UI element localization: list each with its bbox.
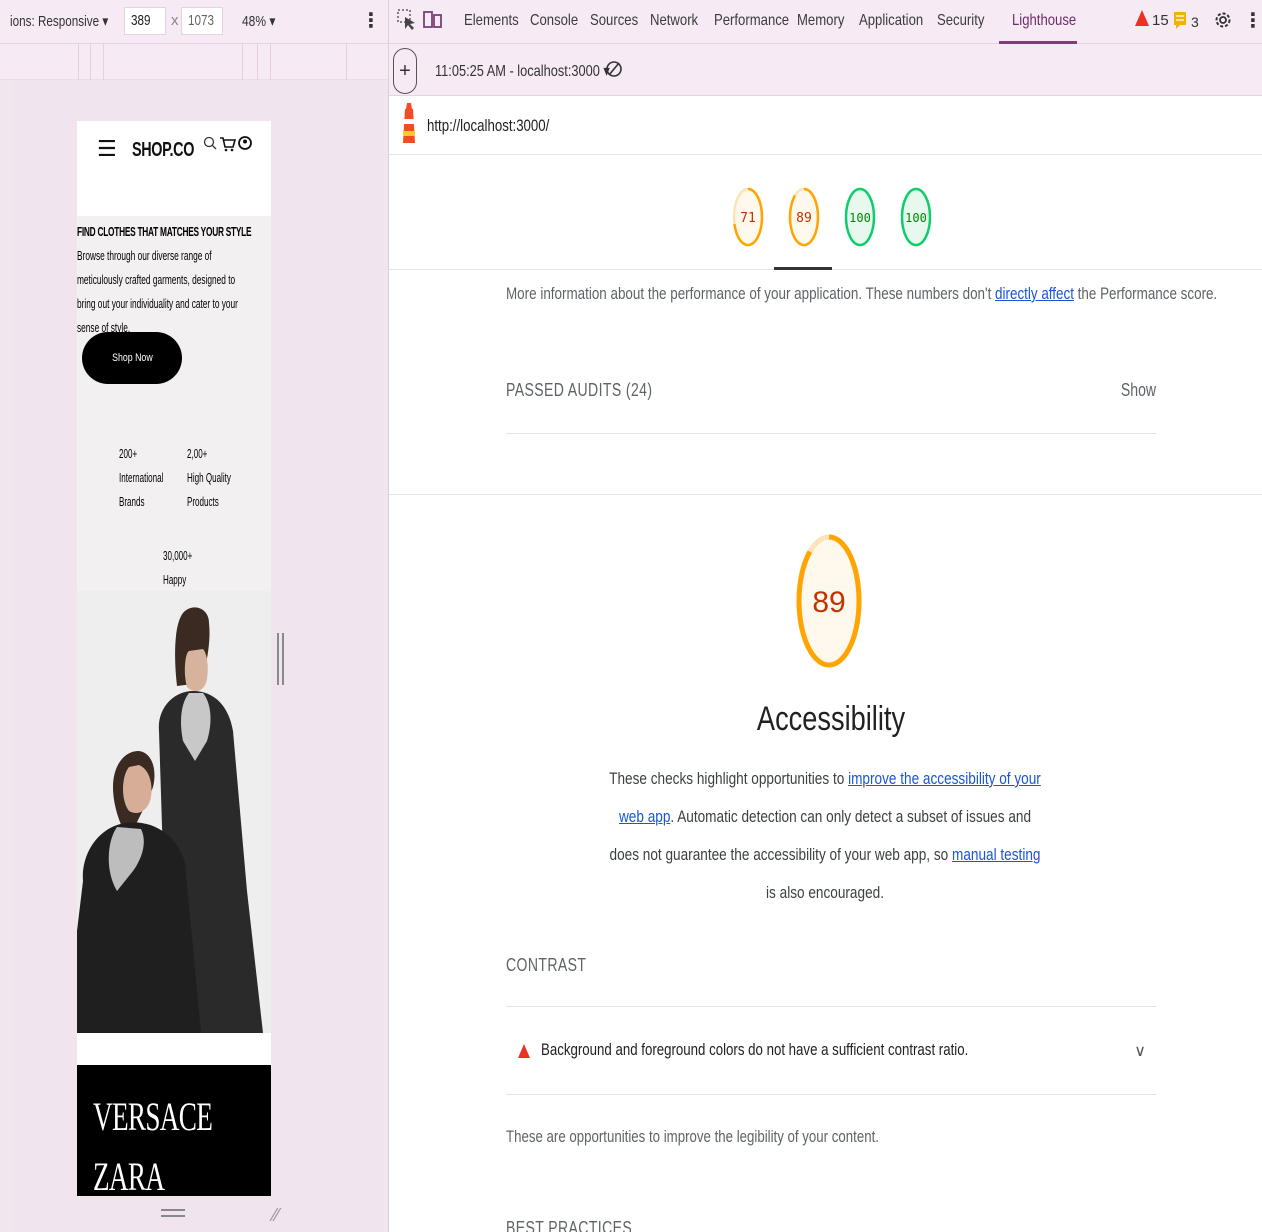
dimensions-select[interactable]: ions: Responsive ▾ xyxy=(10,12,108,30)
svg-text:100: 100 xyxy=(849,211,871,225)
issues-count: 3 xyxy=(1191,14,1199,30)
score-gauges-row: 71 89 100 100 xyxy=(389,156,1262,270)
more-options-icon[interactable]: ⋮ xyxy=(361,8,381,33)
shop-now-button[interactable]: Shop Now xyxy=(82,332,182,384)
inspect-element-icon[interactable] xyxy=(397,9,417,31)
resize-bottom-handle[interactable] xyxy=(160,1207,186,1219)
warning-icon[interactable] xyxy=(1135,10,1149,26)
width-input[interactable]: 389 xyxy=(124,7,166,35)
svg-text:89: 89 xyxy=(812,586,845,619)
resize-corner-handle[interactable]: ⁄⁄ xyxy=(273,1205,279,1226)
menu-icon[interactable]: ☰ xyxy=(97,136,117,162)
tab-elements[interactable]: Elements xyxy=(464,12,519,30)
devtools-panel: Elements Console Sources Network Perform… xyxy=(388,0,1262,1232)
emulated-viewport: ☰ SHOP.CO FIND CLOTHES THAT MATCHES YOUR… xyxy=(77,121,271,1196)
height-input[interactable]: 1073 xyxy=(181,7,223,35)
accessibility-category-gauge: 89 xyxy=(796,534,862,668)
media-query-ruler xyxy=(0,44,388,80)
device-toolbar: ions: Responsive ▾ 389 x 1073 48% ▾ ⋮ xyxy=(0,0,388,44)
header-icons xyxy=(203,136,252,152)
warnings-count: 15 xyxy=(1152,12,1169,29)
accessibility-score-gauge[interactable]: 89 xyxy=(787,186,821,248)
tab-memory[interactable]: Memory xyxy=(797,12,844,30)
zoom-select[interactable]: 48% ▾ xyxy=(242,12,275,30)
settings-gear-icon[interactable] xyxy=(1213,10,1233,30)
seo-score-gauge[interactable]: 100 xyxy=(899,186,933,248)
performance-info-text: More information about the performance o… xyxy=(506,284,1218,303)
tab-console[interactable]: Console xyxy=(530,12,578,30)
brands-strip: VERSACE ZARA xyxy=(77,1065,271,1196)
times-label: x xyxy=(171,12,179,29)
passed-audits-row[interactable]: PASSED AUDITS (24) Show xyxy=(506,360,1156,434)
tab-security[interactable]: Security xyxy=(937,12,984,30)
report-url: http://localhost:3000/ xyxy=(427,116,550,135)
contrast-group-label: CONTRAST xyxy=(506,955,587,975)
search-icon[interactable] xyxy=(203,136,217,150)
report-url-bar: http://localhost:3000/ xyxy=(389,97,1262,155)
cart-icon[interactable] xyxy=(220,137,237,152)
audit-title: Background and foreground colors do not … xyxy=(541,1040,969,1059)
devtools-menu-icon[interactable]: ⋮ xyxy=(1243,8,1262,33)
best-practices-group-label: BEST PRACTICES xyxy=(506,1218,633,1232)
device-emulation-pane: ions: Responsive ▾ 389 x 1073 48% ▾ ⋮ ☰ … xyxy=(0,0,388,1232)
brand-zara: ZARA xyxy=(93,1154,165,1196)
directly-affect-link[interactable]: directly affect xyxy=(995,284,1074,303)
performance-score-gauge[interactable]: 71 xyxy=(731,186,765,248)
hero-description: Browse through our diverse range of meti… xyxy=(77,248,238,335)
svg-text:71: 71 xyxy=(740,211,756,226)
tab-sources[interactable]: Sources xyxy=(590,12,638,30)
resize-side-handle[interactable] xyxy=(277,633,284,685)
category-title: Accessibility xyxy=(756,700,906,738)
hero-title: FIND CLOTHES THAT MATCHES YOUR STYLE xyxy=(77,224,252,239)
new-report-button[interactable]: + xyxy=(393,48,417,94)
category-description: These checks highlight opportunities to … xyxy=(609,769,1041,902)
contrast-audit-row[interactable]: Background and foreground colors do not … xyxy=(506,1007,1156,1095)
tab-application[interactable]: Application xyxy=(859,12,923,30)
passed-audits-label: PASSED AUDITS (24) xyxy=(506,380,653,400)
devtools-tabbar: Elements Console Sources Network Perform… xyxy=(389,0,1262,44)
svg-text:89: 89 xyxy=(796,211,812,226)
best-practices-score-gauge[interactable]: 100 xyxy=(843,186,877,248)
issues-icon[interactable] xyxy=(1173,11,1187,29)
device-toolbar-icon[interactable] xyxy=(423,9,443,31)
lighthouse-toolbar: + 11:05:25 AM - localhost:3000 ▾ xyxy=(389,44,1262,96)
show-passed-button[interactable]: Show xyxy=(1121,380,1156,401)
stat-products: 2,00+ High Quality Products xyxy=(187,446,231,509)
account-icon[interactable] xyxy=(238,136,252,150)
legibility-description: These are opportunities to improve the l… xyxy=(506,1127,879,1146)
tab-lighthouse[interactable]: Lighthouse xyxy=(1012,12,1076,30)
chevron-down-icon[interactable]: ∨ xyxy=(1134,1041,1146,1061)
svg-text:100: 100 xyxy=(905,211,927,225)
stat-brands: 200+ International Brands xyxy=(119,446,164,509)
devtools-status-icons: 15 3 ⋮ xyxy=(1129,6,1262,36)
tab-network[interactable]: Network xyxy=(650,12,698,30)
brand-versace: VERSACE xyxy=(93,1094,213,1139)
manual-testing-link[interactable]: manual testing xyxy=(952,845,1040,864)
hero-section: FIND CLOTHES THAT MATCHES YOUR STYLE Bro… xyxy=(77,216,271,681)
tab-performance[interactable]: Performance xyxy=(714,12,789,30)
lighthouse-logo-icon xyxy=(403,103,415,143)
site-header: ☰ SHOP.CO xyxy=(77,121,271,216)
report-selector[interactable]: 11:05:25 AM - localhost:3000 ▾ xyxy=(435,61,610,81)
stat-customers: 30,000+ Happy xyxy=(163,548,193,587)
fail-triangle-icon xyxy=(518,1044,530,1058)
clear-report-icon[interactable] xyxy=(604,57,624,81)
hero-models-image xyxy=(77,591,271,1033)
